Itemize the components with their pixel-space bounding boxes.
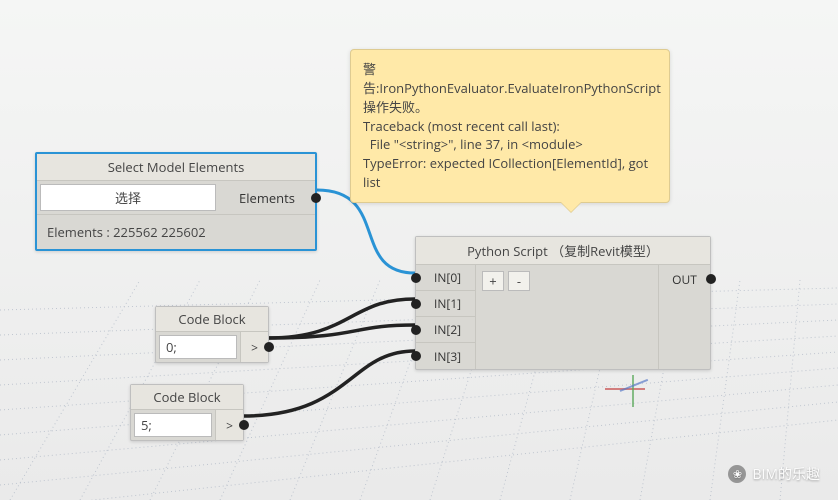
output-port[interactable]: [311, 193, 321, 203]
axis-z: [632, 375, 634, 407]
code-input[interactable]: 0;: [159, 335, 237, 359]
node-python-script[interactable]: Python Script （复制Revit模型） IN[0] IN[1] IN…: [415, 236, 711, 370]
output-label: Elements: [219, 181, 315, 214]
input-port-0[interactable]: IN[0]: [416, 265, 475, 291]
error-tooltip: 警告:IronPythonEvaluator.EvaluateIronPytho…: [350, 49, 670, 203]
input-ports: IN[0] IN[1] IN[2] IN[3]: [416, 265, 476, 369]
output-label: >: [215, 410, 243, 440]
node-center: + -: [476, 265, 658, 369]
code-input[interactable]: 5;: [134, 413, 212, 437]
remove-port-button[interactable]: -: [508, 271, 530, 291]
output-label: OUT: [658, 265, 710, 369]
node-title: Code Block: [131, 385, 243, 410]
node-select-model-elements[interactable]: Select Model Elements 选择 Elements Elemen…: [35, 152, 317, 251]
output-port[interactable]: [239, 420, 249, 430]
node-code-block-1[interactable]: Code Block 0; >: [155, 306, 269, 363]
output-label: >: [240, 332, 268, 362]
selection-info: Elements : 225562 225602: [37, 215, 315, 249]
input-port-2[interactable]: IN[2]: [416, 317, 475, 343]
node-code-block-2[interactable]: Code Block 5; >: [130, 384, 244, 441]
input-port-3[interactable]: IN[3]: [416, 343, 475, 369]
node-title: Select Model Elements: [37, 154, 315, 181]
add-port-button[interactable]: +: [482, 271, 504, 291]
output-port[interactable]: [264, 342, 274, 352]
node-title: Code Block: [156, 307, 268, 332]
node-title: Python Script （复制Revit模型）: [416, 237, 710, 265]
select-button[interactable]: 选择: [40, 184, 216, 211]
wechat-icon: ❀: [728, 465, 746, 483]
error-text: 警告:IronPythonEvaluator.EvaluateIronPytho…: [363, 60, 664, 191]
output-port[interactable]: [706, 274, 716, 284]
watermark: ❀ BIM的乐趣: [728, 464, 820, 484]
input-port-1[interactable]: IN[1]: [416, 291, 475, 317]
